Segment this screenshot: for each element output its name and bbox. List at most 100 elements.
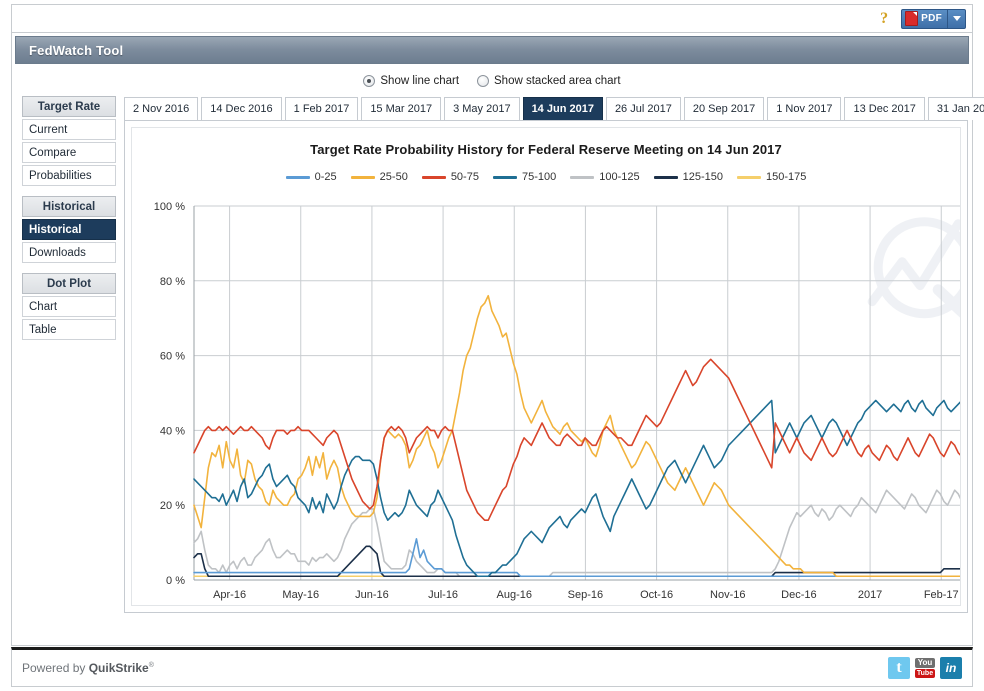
series-line-75-100 — [194, 400, 961, 576]
tab-31-jan-2018[interactable]: 31 Jan 2018 — [928, 97, 984, 120]
tab-1-feb-2017[interactable]: 1 Feb 2017 — [285, 97, 359, 120]
chart-plot-area: 0 % 20 % 40 % 60 % 80 % 100 % Apr-16 May-16 Jun-… — [132, 196, 960, 605]
chevron-down-icon — [953, 16, 961, 21]
tab-15-mar-2017[interactable]: 15 Mar 2017 — [361, 97, 441, 120]
x-axis-tick-label: 2017 — [858, 589, 882, 601]
pdf-export-button[interactable]: PDF — [901, 9, 948, 29]
x-axis-tick-label: Sep-16 — [568, 589, 603, 601]
legend-swatch-150-175 — [737, 176, 761, 179]
sidebar-group-target-rate: Target Rate — [22, 96, 116, 117]
sidebar-item-compare[interactable]: Compare — [22, 142, 116, 163]
x-axis-tick-label: Jun-16 — [355, 589, 389, 601]
legend-label-100-125: 100-125 — [599, 171, 639, 183]
sidebar-item-probabilities[interactable]: Probabilities — [22, 165, 116, 186]
y-axis-tick-label: 80 % — [160, 276, 185, 288]
radio-show-line-chart[interactable]: Show line chart — [363, 75, 459, 87]
tab-14-jun-2017[interactable]: 14 Jun 2017 — [523, 97, 603, 120]
legend-swatch-125-150 — [654, 176, 678, 179]
sidebar-group-dot-plot: Dot Plot — [22, 273, 116, 294]
pdf-export-group: PDF — [901, 9, 966, 29]
y-axis-tick-label: 60 % — [160, 351, 185, 363]
legend-label-150-175: 150-175 — [766, 171, 806, 183]
y-axis-tick-label: 20 % — [160, 500, 185, 512]
youtube-icon-top: You — [915, 658, 935, 668]
legend-item-100-125[interactable]: 100-125 — [570, 171, 639, 183]
content-area: 2 Nov 201614 Dec 20161 Feb 201715 Mar 20… — [116, 96, 968, 613]
legend-label-0-25: 0-25 — [315, 171, 337, 183]
probability-history-line-chart: 0 % 20 % 40 % 60 % 80 % 100 % Apr-16 May-16 Jun-… — [132, 196, 961, 606]
legend-label-125-150: 125-150 — [683, 171, 723, 183]
y-axis-tick-label: 0 % — [166, 575, 185, 587]
pdf-button-label: PDF — [921, 13, 942, 24]
legend-label-25-50: 25-50 — [380, 171, 408, 183]
radio-show-stacked-area-chart[interactable]: Show stacked area chart — [477, 75, 621, 87]
y-axis-tick-label: 40 % — [160, 425, 185, 437]
tab-2-nov-2016[interactable]: 2 Nov 2016 — [124, 97, 198, 120]
fedwatch-app: ? PDF FedWatch Tool Show line chart Show… — [0, 0, 984, 691]
registered-mark: ® — [149, 662, 154, 669]
legend-item-75-100[interactable]: 75-100 — [493, 171, 556, 183]
top-toolbar: ? PDF — [11, 4, 973, 32]
tab-1-nov-2017[interactable]: 1 Nov 2017 — [767, 97, 841, 120]
legend-item-125-150[interactable]: 125-150 — [654, 171, 723, 183]
x-axis-tick-label: May-16 — [282, 589, 319, 601]
sidebar-item-current[interactable]: Current — [22, 119, 116, 140]
legend-swatch-50-75 — [422, 176, 446, 179]
footer: Powered by QuikStrike® t You Tube in — [11, 647, 973, 687]
sidebar-item-chart[interactable]: Chart — [22, 296, 116, 317]
social-links: t You Tube in — [888, 657, 962, 679]
legend-label-75-100: 75-100 — [522, 171, 556, 183]
sidebar-item-historical[interactable]: Historical — [22, 219, 116, 240]
export-dropdown-button[interactable] — [948, 9, 966, 29]
powered-prefix: Powered by — [22, 661, 89, 675]
x-axis-tick-label: Nov-16 — [710, 589, 745, 601]
twitter-icon[interactable]: t — [888, 657, 910, 679]
main-panel: FedWatch Tool Show line chart Show stack… — [11, 32, 973, 646]
x-axis-tick-label: Feb-17 — [924, 589, 959, 601]
chart-inner: Target Rate Probability History for Fede… — [131, 127, 961, 606]
meeting-date-tabs: 2 Nov 201614 Dec 20161 Feb 201715 Mar 20… — [124, 96, 968, 120]
quikstrike-brand: QuikStrike — [89, 661, 149, 675]
panel-body: Target Rate Current Compare Probabilitie… — [12, 96, 972, 613]
x-axis-tick-label: Oct-16 — [640, 589, 673, 601]
y-axis-tick-label: 100 % — [154, 201, 185, 213]
tab-20-sep-2017[interactable]: 20 Sep 2017 — [684, 97, 764, 120]
radio-area-chart-label: Show stacked area chart — [494, 75, 621, 87]
chart-legend: 0-25 25-50 50-75 75-100 100-125 125-150 150-17… — [132, 171, 960, 183]
chart-mode-radio-group: Show line chart Show stacked area chart — [12, 68, 972, 94]
series-line-0-25 — [194, 539, 961, 576]
sidebar-item-downloads[interactable]: Downloads — [22, 242, 116, 263]
app-title-bar: FedWatch Tool — [15, 36, 969, 64]
legend-swatch-100-125 — [570, 176, 594, 179]
series-line-50-75 — [194, 359, 961, 568]
linkedin-icon[interactable]: in — [940, 657, 962, 679]
powered-by-text: Powered by QuikStrike® — [22, 661, 154, 675]
sidebar-item-table[interactable]: Table — [22, 319, 116, 340]
legend-item-25-50[interactable]: 25-50 — [351, 171, 408, 183]
legend-item-0-25[interactable]: 0-25 — [286, 171, 337, 183]
legend-swatch-75-100 — [493, 176, 517, 179]
radio-area-chart-indicator[interactable] — [477, 75, 489, 87]
sidebar-group-historical: Historical — [22, 196, 116, 217]
legend-item-50-75[interactable]: 50-75 — [422, 171, 479, 183]
series-line-100-125 — [194, 382, 961, 576]
youtube-icon[interactable]: You Tube — [914, 657, 936, 679]
youtube-icon-bottom: Tube — [915, 669, 935, 678]
legend-item-150-175[interactable]: 150-175 — [737, 171, 806, 183]
radio-line-chart-indicator[interactable] — [363, 75, 375, 87]
x-axis-tick-label: Apr-16 — [213, 589, 246, 601]
quikstrike-watermark — [872, 222, 961, 318]
tab-13-dec-2017[interactable]: 13 Dec 2017 — [844, 97, 924, 120]
series-line-25-50 — [194, 296, 961, 577]
chart-card: Target Rate Probability History for Fede… — [124, 120, 968, 613]
x-axis-tick-label: Jul-16 — [428, 589, 458, 601]
sidebar: Target Rate Current Compare Probabilitie… — [22, 96, 116, 613]
help-icon[interactable]: ? — [875, 9, 893, 29]
radio-line-chart-label: Show line chart — [380, 75, 459, 87]
x-axis-tick-label: Aug-16 — [497, 589, 532, 601]
tab-3-may-2017[interactable]: 3 May 2017 — [444, 97, 519, 120]
tab-26-jul-2017[interactable]: 26 Jul 2017 — [606, 97, 681, 120]
legend-swatch-25-50 — [351, 176, 375, 179]
legend-label-50-75: 50-75 — [451, 171, 479, 183]
tab-14-dec-2016[interactable]: 14 Dec 2016 — [201, 97, 281, 120]
